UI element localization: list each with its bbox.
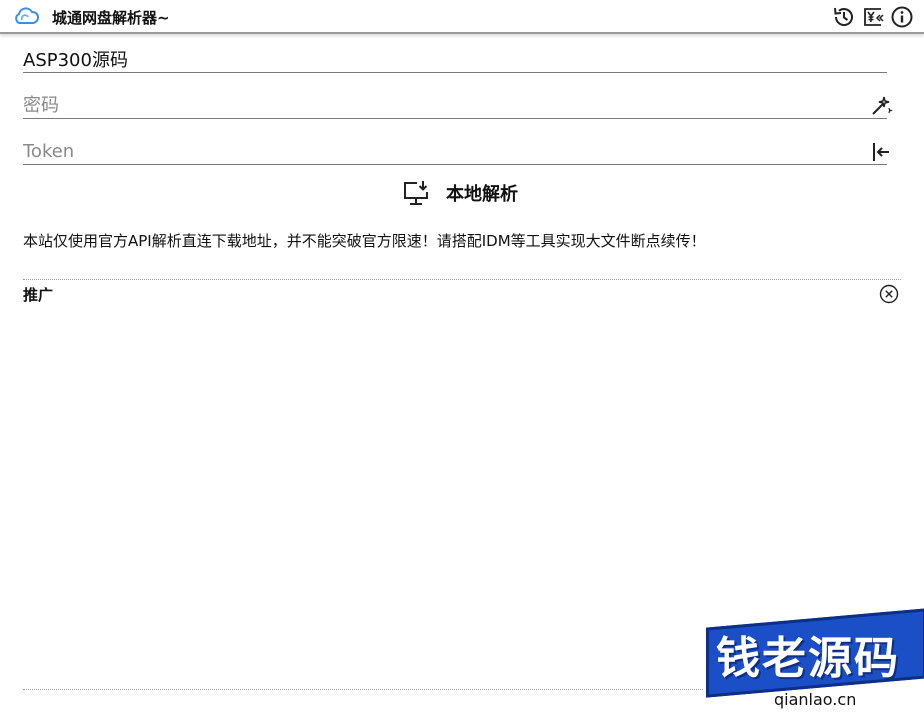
info-icon[interactable]	[890, 5, 914, 29]
token-input[interactable]	[23, 138, 843, 164]
yen-donate-icon[interactable]	[861, 5, 885, 29]
watermark-text: 钱老源码	[716, 633, 900, 684]
history-icon[interactable]	[832, 5, 856, 29]
token-field[interactable]	[23, 138, 889, 165]
notice-text: 本站仅使用官方API解析直连下载地址，并不能突破官方限速！请搭配IDM等工具实现…	[23, 232, 706, 250]
login-arrow-icon[interactable]	[869, 140, 893, 164]
close-circle-icon[interactable]	[879, 284, 899, 304]
magic-wand-icon[interactable]	[869, 94, 893, 118]
share-link-input[interactable]	[23, 46, 843, 72]
promo-divider	[23, 689, 703, 690]
local-parse-button[interactable]: 本地解析	[402, 176, 518, 210]
share-link-field[interactable]	[23, 46, 887, 73]
watermark-logo: 钱老源码 qianlao.cn	[700, 604, 924, 712]
title-bar: 城通网盘解析器~	[0, 0, 924, 34]
password-field[interactable]	[23, 92, 893, 119]
app-title: 城通网盘解析器~	[52, 9, 170, 27]
monitor-download-icon	[404, 181, 428, 205]
promo-title: 推广	[23, 286, 54, 304]
password-input[interactable]	[23, 92, 843, 118]
watermark-url: qianlao.cn	[774, 690, 857, 709]
local-parse-label: 本地解析	[446, 184, 518, 205]
cloud-icon	[13, 6, 39, 26]
